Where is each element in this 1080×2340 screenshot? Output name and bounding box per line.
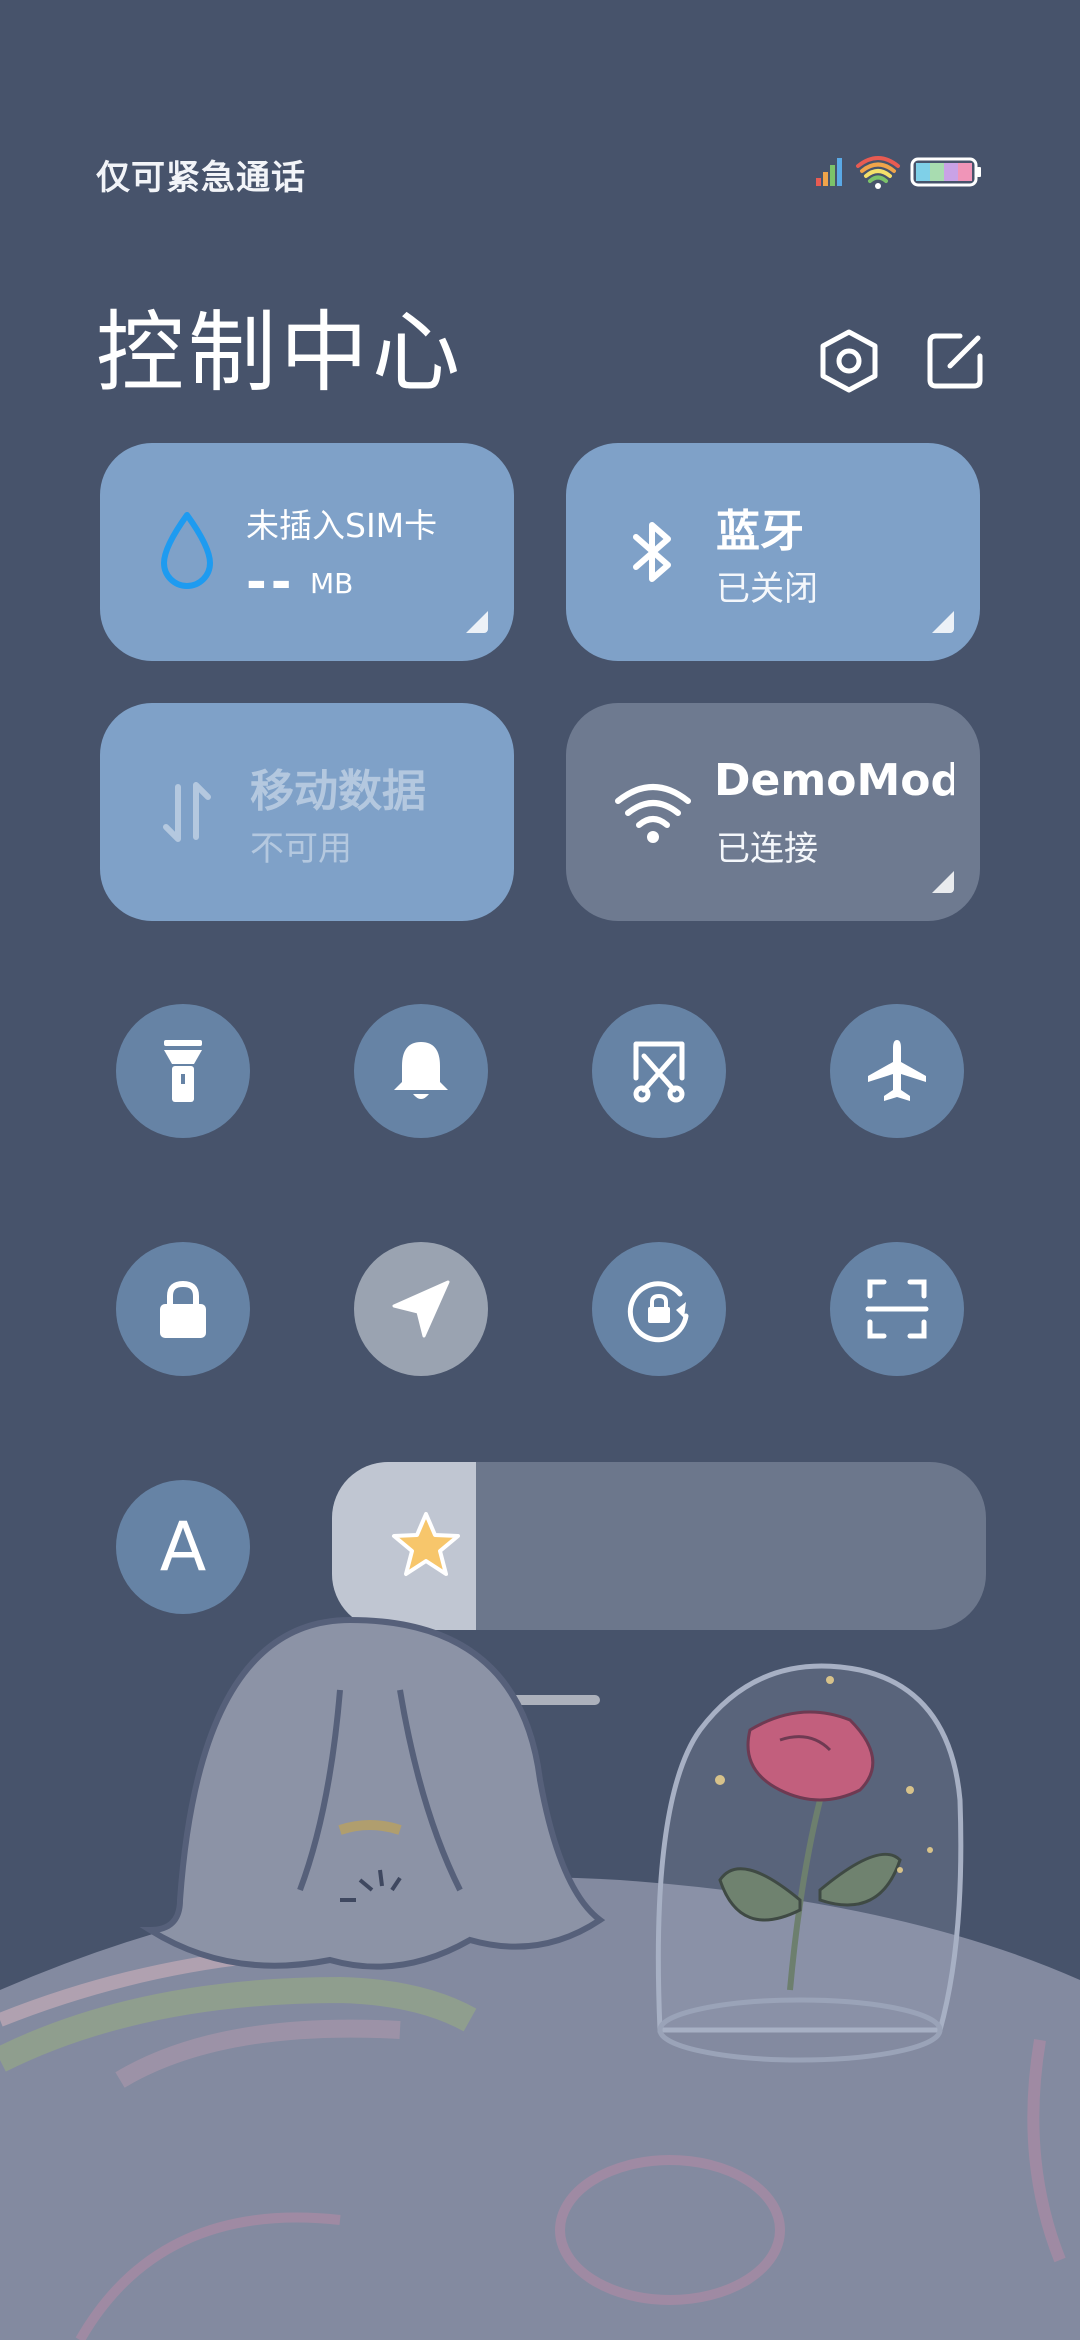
data-arrows-icon <box>163 782 211 842</box>
bell-icon <box>394 1042 448 1099</box>
battery-icon <box>910 157 981 187</box>
mobile-data-title: 移动数据 <box>250 766 426 817</box>
bluetooth-status: 已关闭 <box>716 569 818 609</box>
expand-corner-icon <box>932 871 954 893</box>
page-title: 控制中心 <box>96 301 465 404</box>
settings-button[interactable] <box>814 326 884 396</box>
water-drop-icon <box>161 512 213 589</box>
scanner-toggle[interactable] <box>830 1242 964 1376</box>
wifi-icon <box>615 784 691 843</box>
lock-icon <box>160 1280 206 1338</box>
data-usage-value: -- <box>246 553 296 611</box>
location-arrow-icon <box>392 1280 450 1338</box>
bluetooth-icon <box>633 522 671 582</box>
status-carrier-text: 仅可紧急通话 <box>96 158 306 198</box>
wifi-network-name: DemoMod <box>714 755 954 806</box>
wifi-tile[interactable]: DemoMod 已连接 <box>566 703 980 921</box>
signal-icon <box>816 158 842 186</box>
data-usage-unit: MB <box>310 567 354 600</box>
edit-icon <box>927 333 983 389</box>
bluetooth-title: 蓝牙 <box>716 506 804 557</box>
wifi-rainbow-icon <box>856 156 900 189</box>
flashlight-toggle[interactable] <box>116 1004 250 1138</box>
wallpaper-illustration <box>0 1616 1080 2340</box>
flashlight-icon <box>164 1040 202 1102</box>
rotation-lock-icon <box>627 1281 689 1343</box>
sim-status-label: 未插入SIM卡 <box>246 506 438 545</box>
data-usage-tile[interactable]: 未插入SIM卡 -- MB <box>100 443 514 661</box>
screenshot-toggle[interactable] <box>592 1004 726 1138</box>
edit-button[interactable] <box>920 326 990 396</box>
bluetooth-tile[interactable]: 蓝牙 已关闭 <box>566 443 980 661</box>
expand-corner-icon <box>932 611 954 633</box>
settings-hexagon-icon <box>820 329 878 393</box>
rotation-lock-toggle[interactable] <box>592 1242 726 1376</box>
scan-icon <box>865 1279 929 1339</box>
wifi-status: 已连接 <box>716 829 818 869</box>
status-icons <box>814 146 990 196</box>
ringer-toggle[interactable] <box>354 1004 488 1138</box>
lock-screen-toggle[interactable] <box>116 1242 250 1376</box>
airplane-mode-toggle[interactable] <box>830 1004 964 1138</box>
mobile-data-tile[interactable]: 移动数据 不可用 <box>100 703 514 921</box>
expand-corner-icon <box>466 611 488 633</box>
airplane-icon <box>868 1040 926 1101</box>
scissors-screenshot-icon <box>633 1041 685 1103</box>
location-toggle[interactable] <box>354 1242 488 1376</box>
mobile-data-status: 不可用 <box>250 829 352 869</box>
